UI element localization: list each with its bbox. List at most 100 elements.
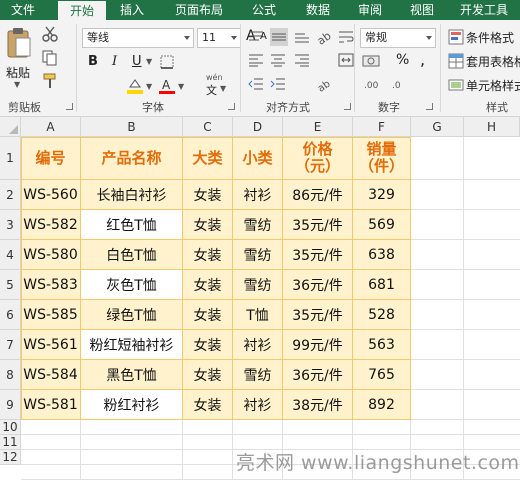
tab-5[interactable]: 数据	[296, 0, 340, 20]
cell-d5[interactable]: 雪纺	[233, 270, 282, 299]
cell-b4[interactable]: 白色T恤	[81, 240, 182, 269]
underline-dropdown-icon[interactable]: ▼	[146, 57, 152, 66]
font-dialog-launcher-icon[interactable]	[228, 103, 235, 110]
column-header-g[interactable]: G	[411, 117, 464, 137]
row-header-12[interactable]: 12	[0, 450, 21, 465]
cell-a9[interactable]: WS-581	[21, 390, 80, 419]
row-header-7[interactable]: 7	[0, 330, 21, 360]
cell-e9[interactable]: 38元/件	[283, 390, 352, 419]
column-header-b[interactable]: B	[81, 117, 183, 137]
cell-b1[interactable]: 产品名称	[81, 137, 182, 179]
cell-d2[interactable]: 衬衫	[233, 180, 282, 209]
cell-d6[interactable]: T恤	[233, 300, 282, 329]
column-header-a[interactable]: A	[21, 117, 81, 137]
cell-b9[interactable]: 粉红衬衫	[81, 390, 182, 419]
cell-f9[interactable]: 892	[353, 390, 410, 419]
cell-f5[interactable]: 681	[353, 270, 410, 299]
column-header-h[interactable]: H	[464, 117, 520, 137]
tab-4[interactable]: 公式	[242, 0, 286, 20]
cell-c3[interactable]: 女装	[183, 210, 232, 239]
align-left-icon[interactable]	[248, 53, 264, 67]
tab-1[interactable]: 开始	[58, 1, 106, 20]
row-header-1[interactable]: 1	[0, 137, 21, 180]
borders-icon[interactable]	[160, 55, 174, 69]
cell-c4[interactable]: 女装	[183, 240, 232, 269]
align-center-icon[interactable]	[270, 53, 286, 67]
orientation-icon[interactable]: ab	[316, 28, 334, 46]
copy-icon[interactable]	[42, 50, 58, 66]
cell-b8[interactable]: 黑色T恤	[81, 360, 182, 389]
cell-c9[interactable]: 女装	[183, 390, 232, 419]
alignment-dialog-launcher-icon[interactable]	[344, 103, 351, 110]
cell-b2[interactable]: 长袖白衬衫	[81, 180, 182, 209]
cell-e5[interactable]: 36元/件	[283, 270, 352, 299]
italic-button[interactable]: I	[112, 54, 117, 69]
cell-d1[interactable]: 小类	[233, 137, 282, 179]
tab-3[interactable]: 页面布局	[164, 0, 234, 20]
align-bottom-icon[interactable]	[294, 30, 310, 44]
row-header-9[interactable]: 9	[0, 390, 21, 420]
font-color-icon[interactable]: A	[158, 77, 176, 95]
decrease-decimal-icon[interactable]: .0	[392, 77, 412, 91]
cell-c8[interactable]: 女装	[183, 360, 232, 389]
tab-0[interactable]: 文件	[2, 0, 44, 20]
percent-style-button[interactable]: %	[396, 52, 409, 68]
conditional-format-button[interactable]: 条件格式	[466, 29, 514, 46]
comma-style-button[interactable]: ,	[420, 50, 425, 69]
increase-decimal-icon[interactable]: .00	[364, 77, 384, 91]
table-format-icon[interactable]	[448, 53, 464, 69]
cell-b7[interactable]: 粉红短袖衬衫	[81, 330, 182, 359]
fill-color-dropdown-icon[interactable]: ▼	[146, 82, 152, 91]
number-dialog-launcher-icon[interactable]	[426, 103, 433, 110]
cell-c5[interactable]: 女装	[183, 270, 232, 299]
font-color-dropdown-icon[interactable]: ▼	[178, 82, 184, 91]
cell-b6[interactable]: 绿色T恤	[81, 300, 182, 329]
cell-f2[interactable]: 329	[353, 180, 410, 209]
spreadsheet-grid[interactable]: ABCDEFGH 1 2 3 4 5 6 7 8 9 10 11 12 编号 产品名称 大类 小类 价格 （元…	[0, 117, 520, 480]
row-header-5[interactable]: 5	[0, 270, 21, 300]
cell-a8[interactable]: WS-584	[21, 360, 80, 389]
tab-2[interactable]: 插入	[110, 0, 154, 20]
row-header-3[interactable]: 3	[0, 210, 21, 240]
orientation-menu-icon[interactable]: ab	[316, 76, 334, 92]
cell-e4[interactable]: 35元/件	[283, 240, 352, 269]
column-header-f[interactable]: F	[353, 117, 411, 137]
merge-center-icon[interactable]	[338, 53, 354, 67]
cell-e7[interactable]: 99元/件	[283, 330, 352, 359]
cell-e6[interactable]: 35元/件	[283, 300, 352, 329]
increase-indent-icon[interactable]	[270, 77, 286, 91]
bold-button[interactable]: B	[88, 54, 98, 69]
cell-a6[interactable]: WS-585	[21, 300, 80, 329]
cell-e3[interactable]: 35元/件	[283, 210, 352, 239]
cell-d4[interactable]: 雪纺	[233, 240, 282, 269]
decrease-indent-icon[interactable]	[248, 77, 264, 91]
cell-f8[interactable]: 765	[353, 360, 410, 389]
column-header-e[interactable]: E	[283, 117, 353, 137]
cell-c2[interactable]: 女装	[183, 180, 232, 209]
cell-e2[interactable]: 86元/件	[283, 180, 352, 209]
paste-button-label[interactable]: 粘贴	[6, 64, 30, 81]
format-painter-icon[interactable]	[42, 73, 58, 89]
cell-a7[interactable]: WS-561	[21, 330, 80, 359]
paste-icon[interactable]	[6, 26, 32, 60]
row-header-2[interactable]: 2	[0, 180, 21, 210]
wrap-text-icon[interactable]	[338, 30, 354, 44]
row-header-11[interactable]: 11	[0, 435, 21, 450]
cell-c1[interactable]: 大类	[183, 137, 232, 179]
fill-color-icon[interactable]	[126, 77, 144, 95]
row-header-10[interactable]: 10	[0, 420, 21, 435]
cell-e1[interactable]: 价格 （元）	[283, 137, 352, 179]
column-header-c[interactable]: C	[183, 117, 233, 137]
underline-button[interactable]: U	[132, 54, 142, 69]
phonetic-dropdown-icon[interactable]: ▼	[220, 84, 226, 93]
table-format-button[interactable]: 套用表格格	[466, 53, 520, 70]
cell-a3[interactable]: WS-582	[21, 210, 80, 239]
row-header-4[interactable]: 4	[0, 240, 21, 270]
align-middle-icon[interactable]	[270, 28, 288, 46]
row-header-8[interactable]: 8	[0, 360, 21, 390]
phonetic-guide-button[interactable]: 文	[206, 82, 217, 98]
cell-d7[interactable]: 衬衫	[233, 330, 282, 359]
number-format-select[interactable]: 常规	[360, 28, 436, 48]
tab-6[interactable]: 审阅	[348, 0, 392, 20]
clipboard-dialog-launcher-icon[interactable]	[66, 103, 73, 110]
